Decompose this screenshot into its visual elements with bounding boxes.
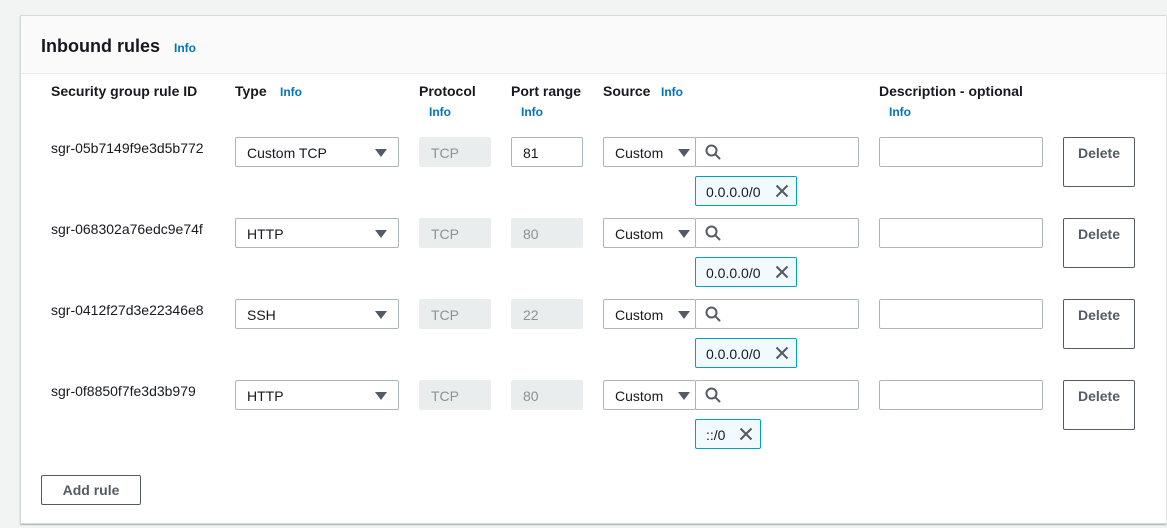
description-input[interactable]: [879, 137, 1043, 167]
cidr-token-value: 0.0.0.0/0: [706, 184, 761, 200]
caret-down-icon: [678, 149, 690, 157]
protocol-field: TCP: [419, 218, 491, 248]
source-search-input[interactable]: [695, 218, 859, 248]
search-icon: [705, 225, 721, 241]
cidr-token: 0.0.0.0/0: [695, 257, 797, 287]
delete-button-label: Delete: [1077, 307, 1121, 323]
port-range-input[interactable]: 81: [511, 137, 583, 167]
port-range-value: 81: [523, 145, 539, 161]
search-icon: [705, 306, 721, 322]
port-range-field: 22: [511, 299, 583, 329]
caret-down-icon: [678, 392, 690, 400]
type-select[interactable]: Custom TCP: [235, 137, 399, 167]
panel-header: Inbound rules Info: [21, 16, 1166, 74]
port-range-field: 80: [511, 380, 583, 410]
panel-title: Inbound rules: [41, 36, 160, 56]
col-header-description: Description - optional: [879, 83, 1023, 99]
protocol-value: TCP: [431, 307, 459, 323]
protocol-field: TCP: [419, 299, 491, 329]
delete-button[interactable]: Delete: [1063, 380, 1135, 430]
caret-down-icon: [375, 149, 387, 157]
protocol-value: TCP: [431, 145, 459, 161]
delete-button-label: Delete: [1077, 388, 1121, 404]
source-search-input[interactable]: [695, 137, 859, 167]
source-type-value: Custom: [615, 145, 664, 161]
protocol-field: TCP: [419, 380, 491, 410]
source-type-select[interactable]: Custom: [603, 137, 696, 167]
type-select-value: SSH: [247, 307, 276, 323]
delete-button[interactable]: Delete: [1063, 299, 1135, 349]
cidr-token-value: 0.0.0.0/0: [706, 265, 761, 281]
port-info-link[interactable]: Info: [521, 105, 543, 119]
title-info-link[interactable]: Info: [174, 41, 196, 55]
source-type-value: Custom: [615, 388, 664, 404]
protocol-value: TCP: [431, 226, 459, 242]
close-icon[interactable]: [775, 265, 789, 279]
rule-id: sgr-05b7149f9e3d5b772: [51, 140, 204, 156]
source-info-link[interactable]: Info: [661, 85, 683, 99]
type-select[interactable]: HTTP: [235, 218, 399, 248]
type-select[interactable]: SSH: [235, 299, 399, 329]
delete-button-label: Delete: [1077, 145, 1121, 161]
source-type-value: Custom: [615, 307, 664, 323]
delete-button-label: Delete: [1077, 226, 1121, 242]
search-icon: [705, 144, 721, 160]
type-info-link[interactable]: Info: [280, 85, 302, 99]
delete-button[interactable]: Delete: [1063, 137, 1135, 187]
add-rule-button[interactable]: Add rule: [41, 475, 141, 505]
caret-down-icon: [678, 311, 690, 319]
col-header-source: Source: [603, 83, 651, 99]
rule-id: sgr-068302a76edc9e74f: [51, 221, 203, 237]
cidr-token-value: 0.0.0.0/0: [706, 346, 761, 362]
type-select-value: HTTP: [247, 226, 284, 242]
add-rule-label: Add rule: [62, 482, 120, 498]
port-range-value: 80: [523, 226, 539, 242]
source-search-input[interactable]: [695, 380, 859, 410]
col-header-port-range: Port range: [511, 83, 582, 99]
protocol-value: TCP: [431, 388, 459, 404]
description-input[interactable]: [879, 299, 1043, 329]
port-range-field: 80: [511, 218, 583, 248]
close-icon[interactable]: [739, 427, 753, 441]
caret-down-icon: [375, 392, 387, 400]
source-type-select[interactable]: Custom: [603, 218, 696, 248]
port-range-value: 22: [523, 307, 539, 323]
caret-down-icon: [375, 311, 387, 319]
rule-id: sgr-0412f27d3e22346e8: [51, 302, 204, 318]
inbound-rules-panel: Inbound rules Info Security group rule I…: [20, 15, 1166, 524]
close-icon[interactable]: [775, 184, 789, 198]
cidr-token: 0.0.0.0/0: [695, 338, 797, 368]
port-range-value: 80: [523, 388, 539, 404]
source-search-input[interactable]: [695, 299, 859, 329]
source-type-value: Custom: [615, 226, 664, 242]
type-select-value: HTTP: [247, 388, 284, 404]
caret-down-icon: [678, 230, 690, 238]
caret-down-icon: [375, 230, 387, 238]
col-header-type: Type: [235, 83, 267, 99]
col-header-rule-id: Security group rule ID: [51, 83, 198, 99]
source-type-select[interactable]: Custom: [603, 299, 696, 329]
source-type-select[interactable]: Custom: [603, 380, 696, 410]
type-select[interactable]: HTTP: [235, 380, 399, 410]
search-icon: [705, 387, 721, 403]
protocol-field: TCP: [419, 137, 491, 167]
description-input[interactable]: [879, 380, 1043, 410]
type-select-value: Custom TCP: [247, 145, 327, 161]
rule-id: sgr-0f8850f7fe3d3b979: [51, 383, 196, 399]
close-icon[interactable]: [775, 346, 789, 360]
delete-button[interactable]: Delete: [1063, 218, 1135, 268]
description-info-link[interactable]: Info: [889, 105, 911, 119]
cidr-token-value: ::/0: [706, 427, 726, 443]
cidr-token: ::/0: [695, 419, 761, 449]
col-header-protocol: Protocol: [419, 83, 476, 99]
cidr-token: 0.0.0.0/0: [695, 176, 797, 206]
protocol-info-link[interactable]: Info: [429, 105, 451, 119]
description-input[interactable]: [879, 218, 1043, 248]
